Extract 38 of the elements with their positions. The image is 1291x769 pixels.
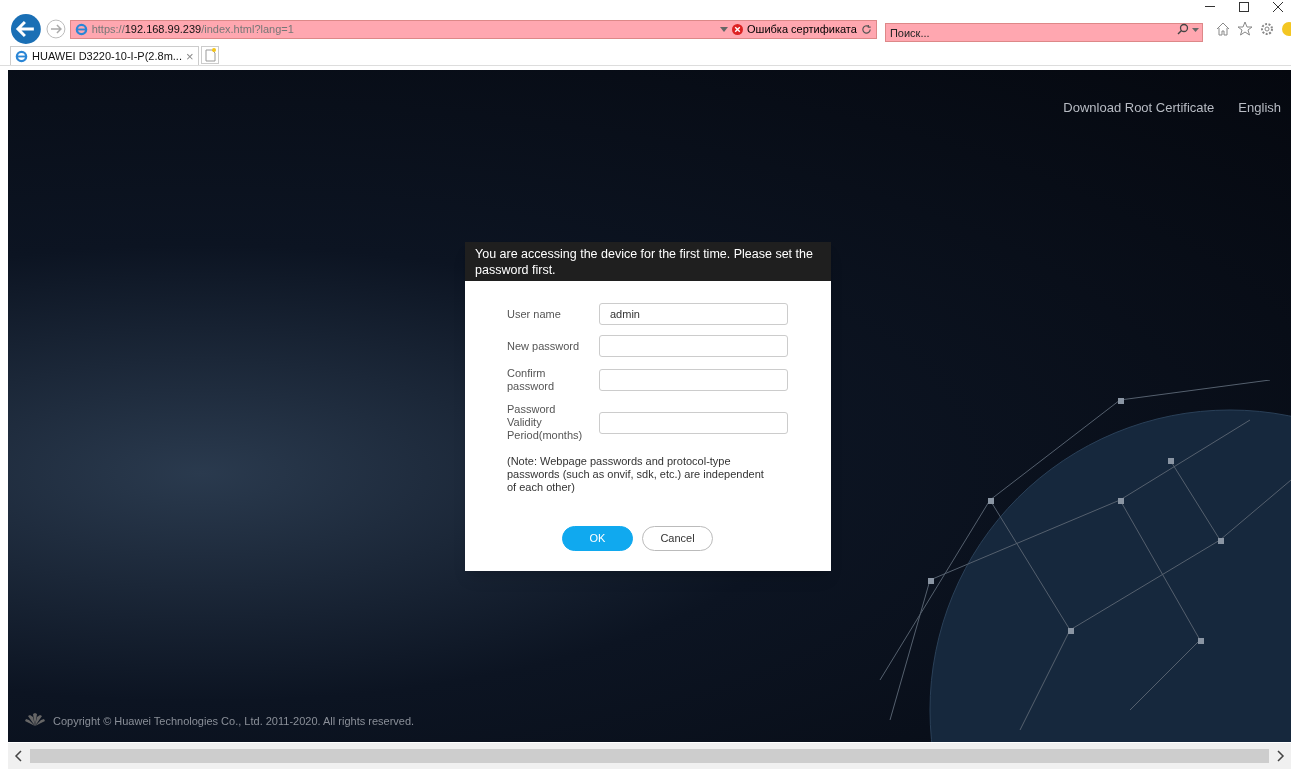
browser-icon: [15, 49, 28, 63]
new-tab-icon[interactable]: [200, 46, 219, 64]
input-field[interactable]: admin: [599, 303, 788, 325]
refresh-icon[interactable]: [860, 23, 872, 35]
settings-icon[interactable]: [1259, 21, 1275, 37]
minimize-icon[interactable]: [1205, 6, 1215, 8]
dialog-title: You are accessing the device for the first time. Please set the password first.: [475, 246, 814, 278]
dropdown-icon[interactable]: [1192, 27, 1199, 32]
search-icon[interactable]: [1177, 22, 1189, 35]
header-link[interactable]: English: [1238, 98, 1281, 118]
close-icon[interactable]: [1273, 2, 1283, 12]
browser-icon: [74, 22, 88, 36]
field-label: New password: [507, 339, 581, 353]
horizontal-scrollbar[interactable]: [8, 743, 1291, 769]
cancel-button[interactable]: Cancel: [642, 526, 713, 551]
scroll-left-icon[interactable]: [14, 750, 22, 762]
home-icon[interactable]: [1215, 21, 1231, 37]
url-text[interactable]: https://192.168.99.239/index.html?lang=1: [91, 20, 294, 38]
input-field[interactable]: [599, 369, 788, 391]
scrollbar-thumb[interactable]: [30, 749, 1269, 763]
address-bar[interactable]: https://192.168.99.239/index.html?lang=1 Ошибка сертификата: [69, 19, 877, 39]
browser-tab[interactable]: HUAWEI D3220-10-I-P(2.8m... ×: [10, 46, 199, 65]
dropdown-icon[interactable]: [720, 26, 728, 32]
input-field[interactable]: [599, 411, 788, 434]
field-label: User name: [507, 307, 562, 321]
certificate-error-text[interactable]: Ошибка сертификата: [747, 20, 857, 38]
field-label: Confirm password: [507, 367, 556, 393]
copyright-text: Copyright © Huawei Technologies Co., Ltd. 2011-2020. All rights reserved.: [53, 713, 415, 729]
error-icon: [732, 23, 743, 35]
star-icon[interactable]: [1237, 21, 1253, 37]
maximize-icon[interactable]: [1239, 2, 1249, 12]
scroll-right-icon[interactable]: [1277, 750, 1285, 762]
header-link[interactable]: Download Root Certificate: [1063, 98, 1215, 118]
close-tab-button[interactable]: ×: [185, 49, 194, 63]
note-text: (Note: Webpage passwords and protocol-type passwords (such as onvif, sdk, etc.) are independent of each other): [507, 455, 765, 494]
input-field[interactable]: [599, 335, 788, 357]
search-field[interactable]: Поиск...: [884, 23, 1203, 42]
field-label: Password Validity Period(months): [507, 403, 584, 442]
